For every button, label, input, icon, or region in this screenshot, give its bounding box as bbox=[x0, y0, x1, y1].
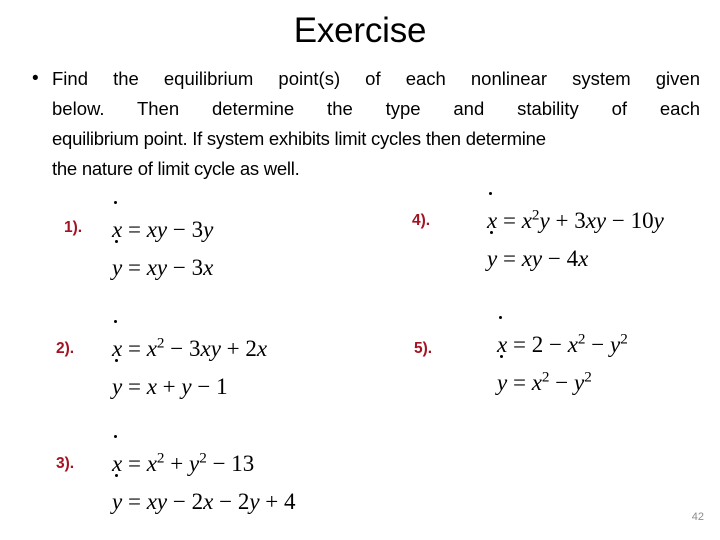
exercise-2-xdot: x = x2 − 3xy + 2x bbox=[112, 320, 267, 365]
exercise-3-ydot: y = xy − 2x − 2y + 4 bbox=[112, 474, 296, 518]
exercise-5-xdot: x = 2 − x2 − y2 bbox=[497, 316, 628, 361]
exercise-5-ydot: y = x2 − y2 bbox=[497, 355, 592, 399]
exercise-4-xdot: x = x2y + 3xy − 10y bbox=[487, 192, 664, 237]
page-title: Exercise bbox=[293, 11, 427, 50]
list-item: • Find the equilibrium point(s) of each … bbox=[20, 64, 700, 184]
exercise-4-ydot: y = xy − 4x bbox=[487, 231, 588, 275]
exercise-1-xdot: x = xy − 3y bbox=[112, 201, 213, 246]
bullet-line-2: below. Then determine the type and stabi… bbox=[52, 98, 700, 119]
bullet-text: Find the equilibrium point(s) of each no… bbox=[52, 64, 700, 184]
bullet-icon: • bbox=[32, 68, 39, 89]
bullet-line-4: the nature of limit cycle as well. bbox=[52, 158, 300, 179]
exercise-2-ydot: y = x + y − 1 bbox=[112, 359, 228, 403]
exercise-5-label: 5). bbox=[414, 340, 433, 357]
exercise-2-label: 2). bbox=[56, 340, 75, 357]
bullet-line-1: Find the equilibrium point(s) of each no… bbox=[52, 68, 700, 89]
bullet-line-3: equilibrium point. If system exhibits li… bbox=[52, 128, 546, 149]
exercise-3-label: 3). bbox=[56, 455, 75, 472]
exercise-1-ydot: y = xy − 3x bbox=[112, 240, 213, 284]
slide-canvas: Exercise • Find the equilibrium point(s)… bbox=[0, 0, 720, 540]
exercise-1-label: 1). bbox=[64, 219, 83, 236]
exercise-4-label: 4). bbox=[412, 212, 431, 229]
page-number: 42 bbox=[691, 511, 704, 523]
bullet-body: • Find the equilibrium point(s) of each … bbox=[20, 64, 700, 184]
exercise-3-xdot: x = x2 + y2 − 13 bbox=[112, 435, 254, 480]
